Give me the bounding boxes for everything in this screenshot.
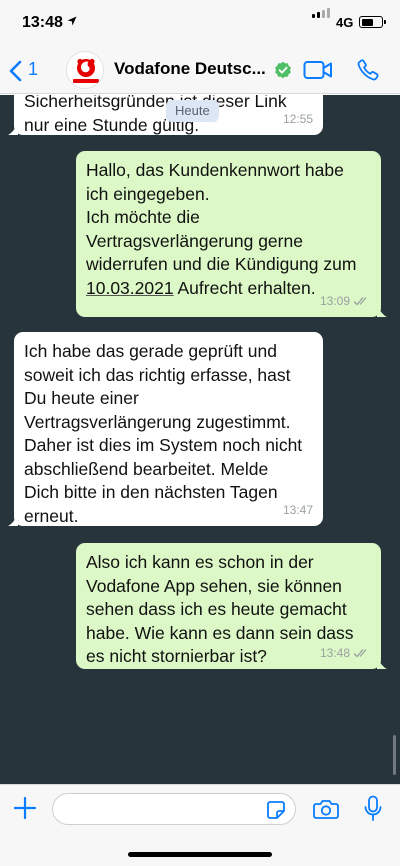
message-meta: 12:55 <box>283 108 313 132</box>
chevron-left-icon <box>9 60 22 82</box>
read-ticks-icon <box>353 297 367 306</box>
message-text: Ich habe das gerade geprüft und soweit i… <box>24 341 303 526</box>
message-text-part: Hallo, das Kundenkennwort habe ich einge… <box>86 160 357 274</box>
message-bubble[interactable]: Ich habe das gerade geprüft und soweit i… <box>8 332 323 526</box>
message-time: 13:48 <box>319 645 350 660</box>
chat-area[interactable]: Sicherheitsgründen ist dieser Link nur e… <box>0 95 400 784</box>
message-text: Hallo, das Kundenkennwort habe ich einge… <box>86 159 371 300</box>
date-chip: Heute <box>166 100 219 122</box>
network-type: 4G <box>336 15 354 30</box>
status-time: 13:48 <box>22 14 63 31</box>
message-bubble[interactable]: Hallo, das Kundenkennwort habe ich einge… <box>76 151 387 317</box>
plus-icon[interactable] <box>12 795 38 821</box>
status-bar: 13:48 4G <box>0 0 400 46</box>
sticker-icon[interactable] <box>266 800 286 820</box>
battery-icon <box>359 16 386 28</box>
video-camera-icon[interactable] <box>303 59 333 81</box>
message-text-part: Aufrecht erhalten. <box>173 277 316 298</box>
chat-title[interactable]: Vodafone Deutsc... <box>114 59 266 79</box>
message-input[interactable] <box>52 793 296 825</box>
message-meta: 13:09 <box>320 290 371 314</box>
home-indicator[interactable] <box>128 852 272 857</box>
message-time: 12:55 <box>282 111 313 126</box>
message-meta: 13:48 <box>320 642 371 666</box>
read-ticks-icon <box>353 649 367 658</box>
bubble-tail <box>8 123 18 135</box>
date-link[interactable]: 10.03.2021 <box>86 278 174 298</box>
message-time: 13:09 <box>319 293 350 308</box>
bubble-tail <box>8 514 18 526</box>
back-button[interactable]: 1 <box>8 58 42 82</box>
verified-check-icon <box>275 61 291 79</box>
camera-icon[interactable] <box>313 798 339 820</box>
microphone-icon[interactable] <box>363 795 383 823</box>
message-time: 13:47 <box>282 502 313 517</box>
avatar[interactable] <box>66 51 104 89</box>
message-meta: 13:47 <box>283 499 313 523</box>
message-bubble[interactable]: Also ich kann es schon in der Vodafone A… <box>76 543 387 669</box>
phone-icon[interactable] <box>356 58 380 82</box>
location-arrow-icon <box>67 16 77 26</box>
scroll-indicator[interactable] <box>393 735 396 775</box>
bubble-tail <box>377 657 387 669</box>
bubble-tail <box>377 305 387 317</box>
vodafone-logo <box>73 58 99 83</box>
chat-header: 1 Vodafone Deutsc... <box>0 46 400 94</box>
unread-count: 1 <box>28 59 39 79</box>
